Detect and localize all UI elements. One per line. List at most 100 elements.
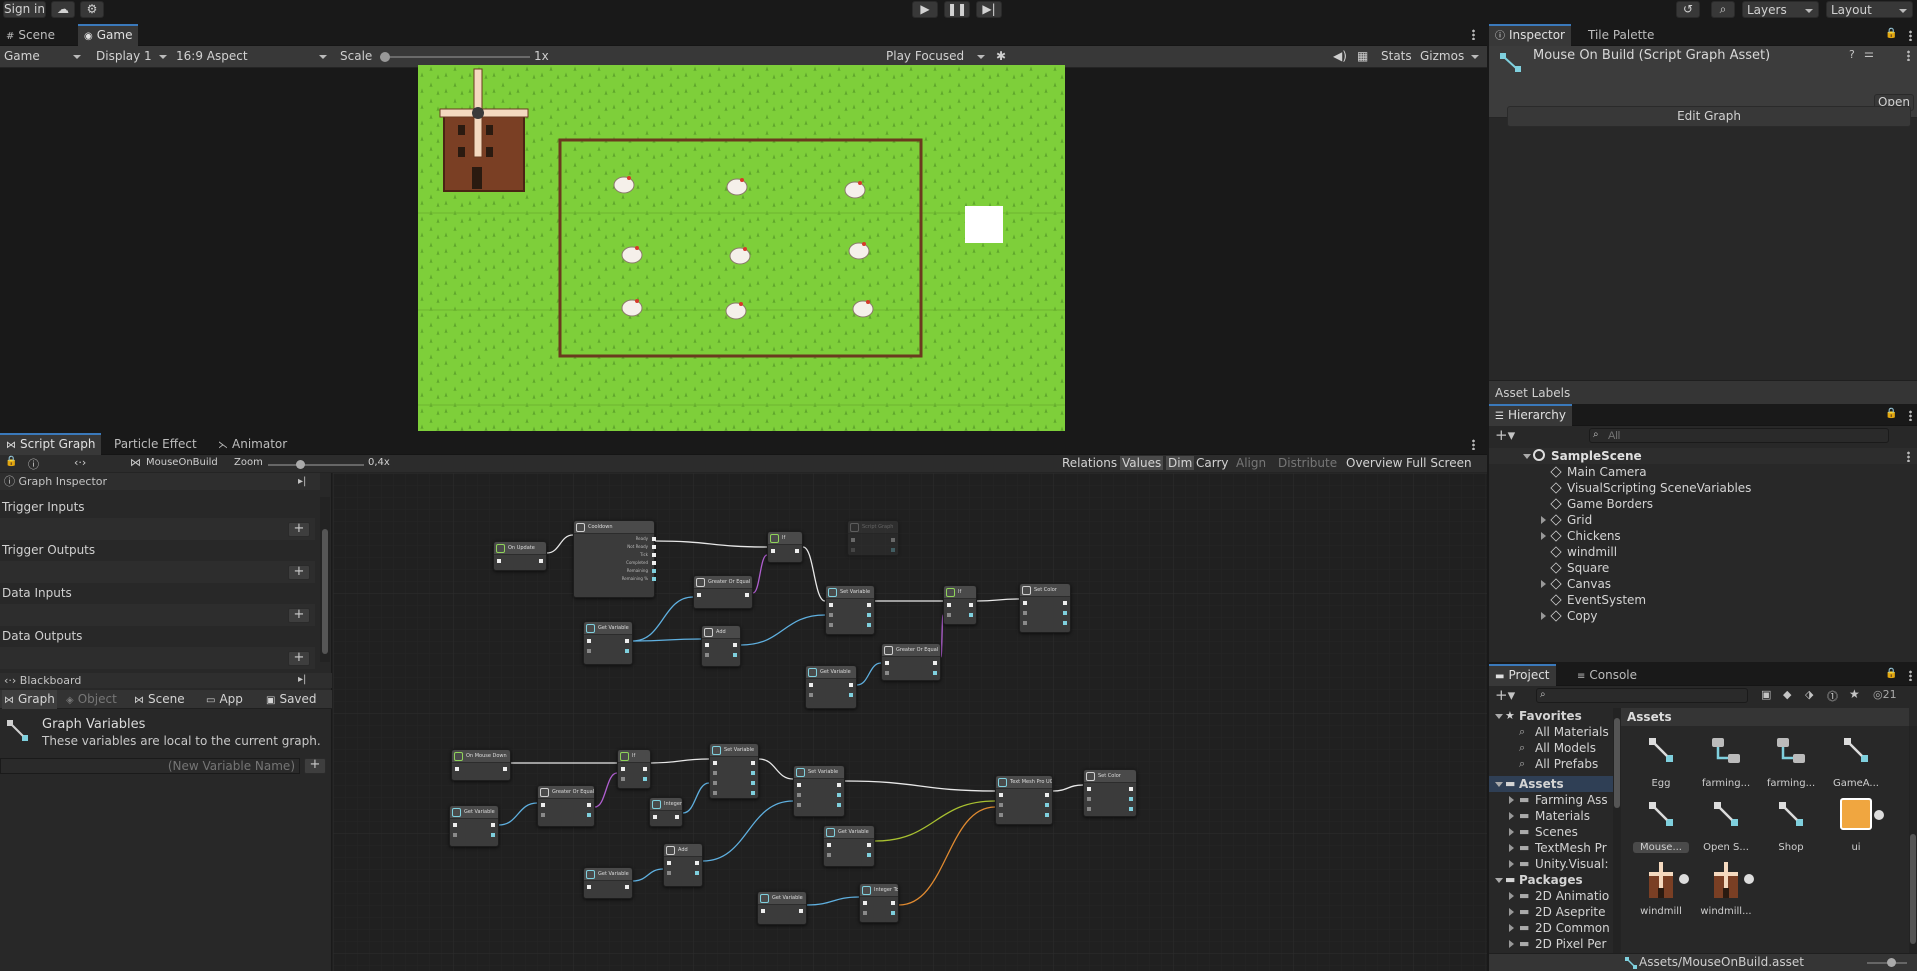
scope-tab-scene[interactable]: ⋈ Scene — [134, 690, 185, 709]
tab-game[interactable]: ◉ Game — [78, 24, 139, 46]
node-output-port[interactable] — [867, 613, 871, 617]
lock-icon[interactable]: 🔒 — [1885, 28, 1897, 39]
hierarchy-item[interactable]: Square — [1489, 560, 1917, 576]
node-output-port[interactable] — [1045, 813, 1049, 817]
graph-node[interactable]: Integer — [649, 797, 683, 827]
folder-item[interactable]: ▬ 2D Aseprite — [1489, 904, 1613, 920]
node-output-port[interactable] — [625, 639, 629, 643]
graph-node[interactable]: If — [617, 749, 651, 789]
tab-hierarchy[interactable]: ☰ Hierarchy — [1489, 404, 1572, 426]
node-input-port[interactable] — [885, 671, 889, 675]
chevron-right-icon[interactable] — [1541, 580, 1546, 588]
folder-item[interactable]: ▬ Materials — [1489, 808, 1613, 824]
node-output-port[interactable] — [867, 853, 871, 857]
chevron-down-icon[interactable] — [1495, 714, 1503, 719]
tab-tile-palette[interactable]: Tile Palette — [1582, 24, 1660, 46]
scope-tab-graph[interactable]: ⋈ Graph — [2, 690, 57, 709]
graph-node[interactable]: Greater Or Equal — [693, 575, 753, 609]
folder-item[interactable]: ⌕ All Prefabs — [1489, 756, 1613, 772]
node-output-port[interactable] — [891, 548, 895, 552]
display-dropdown[interactable]: Display 1 — [92, 48, 172, 65]
hierarchy-item[interactable]: Copy — [1489, 608, 1917, 624]
node-output-port[interactable] — [849, 683, 853, 687]
node-output-port[interactable] — [695, 871, 699, 875]
node-output-port[interactable] — [751, 771, 755, 775]
expand-sprite-icon[interactable] — [1679, 874, 1689, 884]
graph-node[interactable]: Greater Or Equal — [881, 643, 941, 681]
graph-node[interactable]: Set Variable — [825, 585, 875, 635]
node-input-port[interactable] — [705, 643, 709, 647]
node-input-port[interactable] — [851, 548, 855, 552]
add-trigger-input-button[interactable]: + — [288, 522, 310, 537]
layers-dropdown[interactable]: Layers — [1742, 1, 1819, 18]
graph-values-button[interactable]: Values — [1120, 456, 1164, 470]
node-input-port[interactable] — [1023, 601, 1027, 605]
node-input-port[interactable] — [1087, 787, 1091, 791]
project-lock-icon[interactable]: 🔒 — [1885, 668, 1897, 679]
graph-node[interactable]: If — [767, 531, 803, 563]
tab-inspector[interactable]: ⓘ Inspector — [1489, 24, 1571, 46]
folder-item[interactable]: ▬ Scenes — [1489, 824, 1613, 840]
node-input-port[interactable] — [809, 693, 813, 697]
scale-slider-handle[interactable] — [380, 52, 390, 62]
graph-node[interactable]: Set Color — [1019, 583, 1071, 633]
graph-dim-button[interactable]: Dim — [1166, 456, 1195, 470]
panel-menu-icon[interactable] — [1472, 29, 1475, 40]
hierarchy-item[interactable]: Chickens — [1489, 528, 1917, 544]
asset-item[interactable]: Shop — [1763, 796, 1819, 856]
history-icon[interactable]: ↺ — [1676, 1, 1700, 18]
inspector-scroll-thumb[interactable] — [322, 529, 328, 654]
asset-item[interactable]: Mouse... — [1633, 796, 1689, 856]
node-input-port[interactable] — [667, 861, 671, 865]
node-input-port[interactable] — [1023, 621, 1027, 625]
node-output-port[interactable] — [837, 783, 841, 787]
hierarchy-search-input[interactable] — [1589, 428, 1889, 443]
folder-item[interactable]: ▬ TextMesh Pr — [1489, 840, 1613, 856]
node-output-port[interactable] — [1045, 793, 1049, 797]
graph-node[interactable]: Add — [701, 625, 741, 667]
project-search-input[interactable] — [1536, 688, 1748, 703]
node-input-port[interactable] — [885, 661, 889, 665]
node-input-port[interactable] — [453, 833, 457, 837]
node-output-port[interactable] — [867, 623, 871, 627]
scope-tab-saved[interactable]: ▣ Saved — [266, 690, 317, 709]
node-port[interactable] — [652, 561, 656, 565]
node-output-port[interactable] — [933, 671, 937, 675]
filter-type-icon[interactable]: ◆ — [1783, 688, 1791, 701]
chevron-down-icon[interactable] — [1523, 454, 1531, 459]
node-output-port[interactable] — [539, 559, 543, 563]
tab-script-graph[interactable]: ⋈ Script Graph — [0, 433, 102, 455]
hierarchy-menu-icon[interactable] — [1909, 410, 1912, 421]
create-plus-icon[interactable]: +▾ — [1495, 426, 1515, 444]
node-input-port[interactable] — [653, 815, 657, 819]
node-output-port[interactable] — [491, 833, 495, 837]
star-icon[interactable]: ★ — [1849, 687, 1860, 701]
project-create-icon[interactable]: +▾ — [1495, 686, 1515, 704]
aspect-dropdown[interactable]: 16:9 Aspect — [172, 48, 332, 65]
graph-node[interactable]: On Update — [493, 541, 547, 571]
game-canvas[interactable] — [418, 65, 1065, 431]
folder-item[interactable]: ⌕ All Materials — [1489, 724, 1613, 740]
node-output-port[interactable] — [1045, 803, 1049, 807]
chevron-right-icon[interactable] — [1509, 908, 1514, 916]
hierarchy-item[interactable]: Main Camera — [1489, 464, 1917, 480]
chevron-right-icon[interactable] — [1509, 892, 1514, 900]
node-output-port[interactable] — [849, 693, 853, 697]
hierarchy-item[interactable]: windmill — [1489, 544, 1917, 560]
collapse-inspector-icon[interactable]: ▸| — [298, 476, 306, 487]
keyboard-icon[interactable]: ▦ — [1357, 49, 1368, 63]
graph-node[interactable]: Integer To String — [859, 883, 899, 923]
hierarchy-item[interactable]: Game Borders — [1489, 496, 1917, 512]
asset-item[interactable]: ui — [1828, 796, 1884, 856]
folder-item[interactable]: ▬ 2D Animatio — [1489, 888, 1613, 904]
asset-item[interactable]: Egg — [1633, 732, 1689, 792]
graph-node[interactable]: Add — [663, 843, 703, 887]
layout-dropdown[interactable]: Layout — [1826, 1, 1913, 18]
node-output-port[interactable] — [1063, 601, 1067, 605]
play-focused-dropdown[interactable]: Play Focused — [882, 48, 990, 65]
scale-slider[interactable] — [380, 52, 530, 62]
scope-tab-app[interactable]: ▭ App — [206, 690, 243, 709]
gizmos-dropdown[interactable]: Gizmos — [1416, 48, 1484, 65]
node-output-port[interactable] — [503, 767, 507, 771]
node-input-port[interactable] — [797, 803, 801, 807]
